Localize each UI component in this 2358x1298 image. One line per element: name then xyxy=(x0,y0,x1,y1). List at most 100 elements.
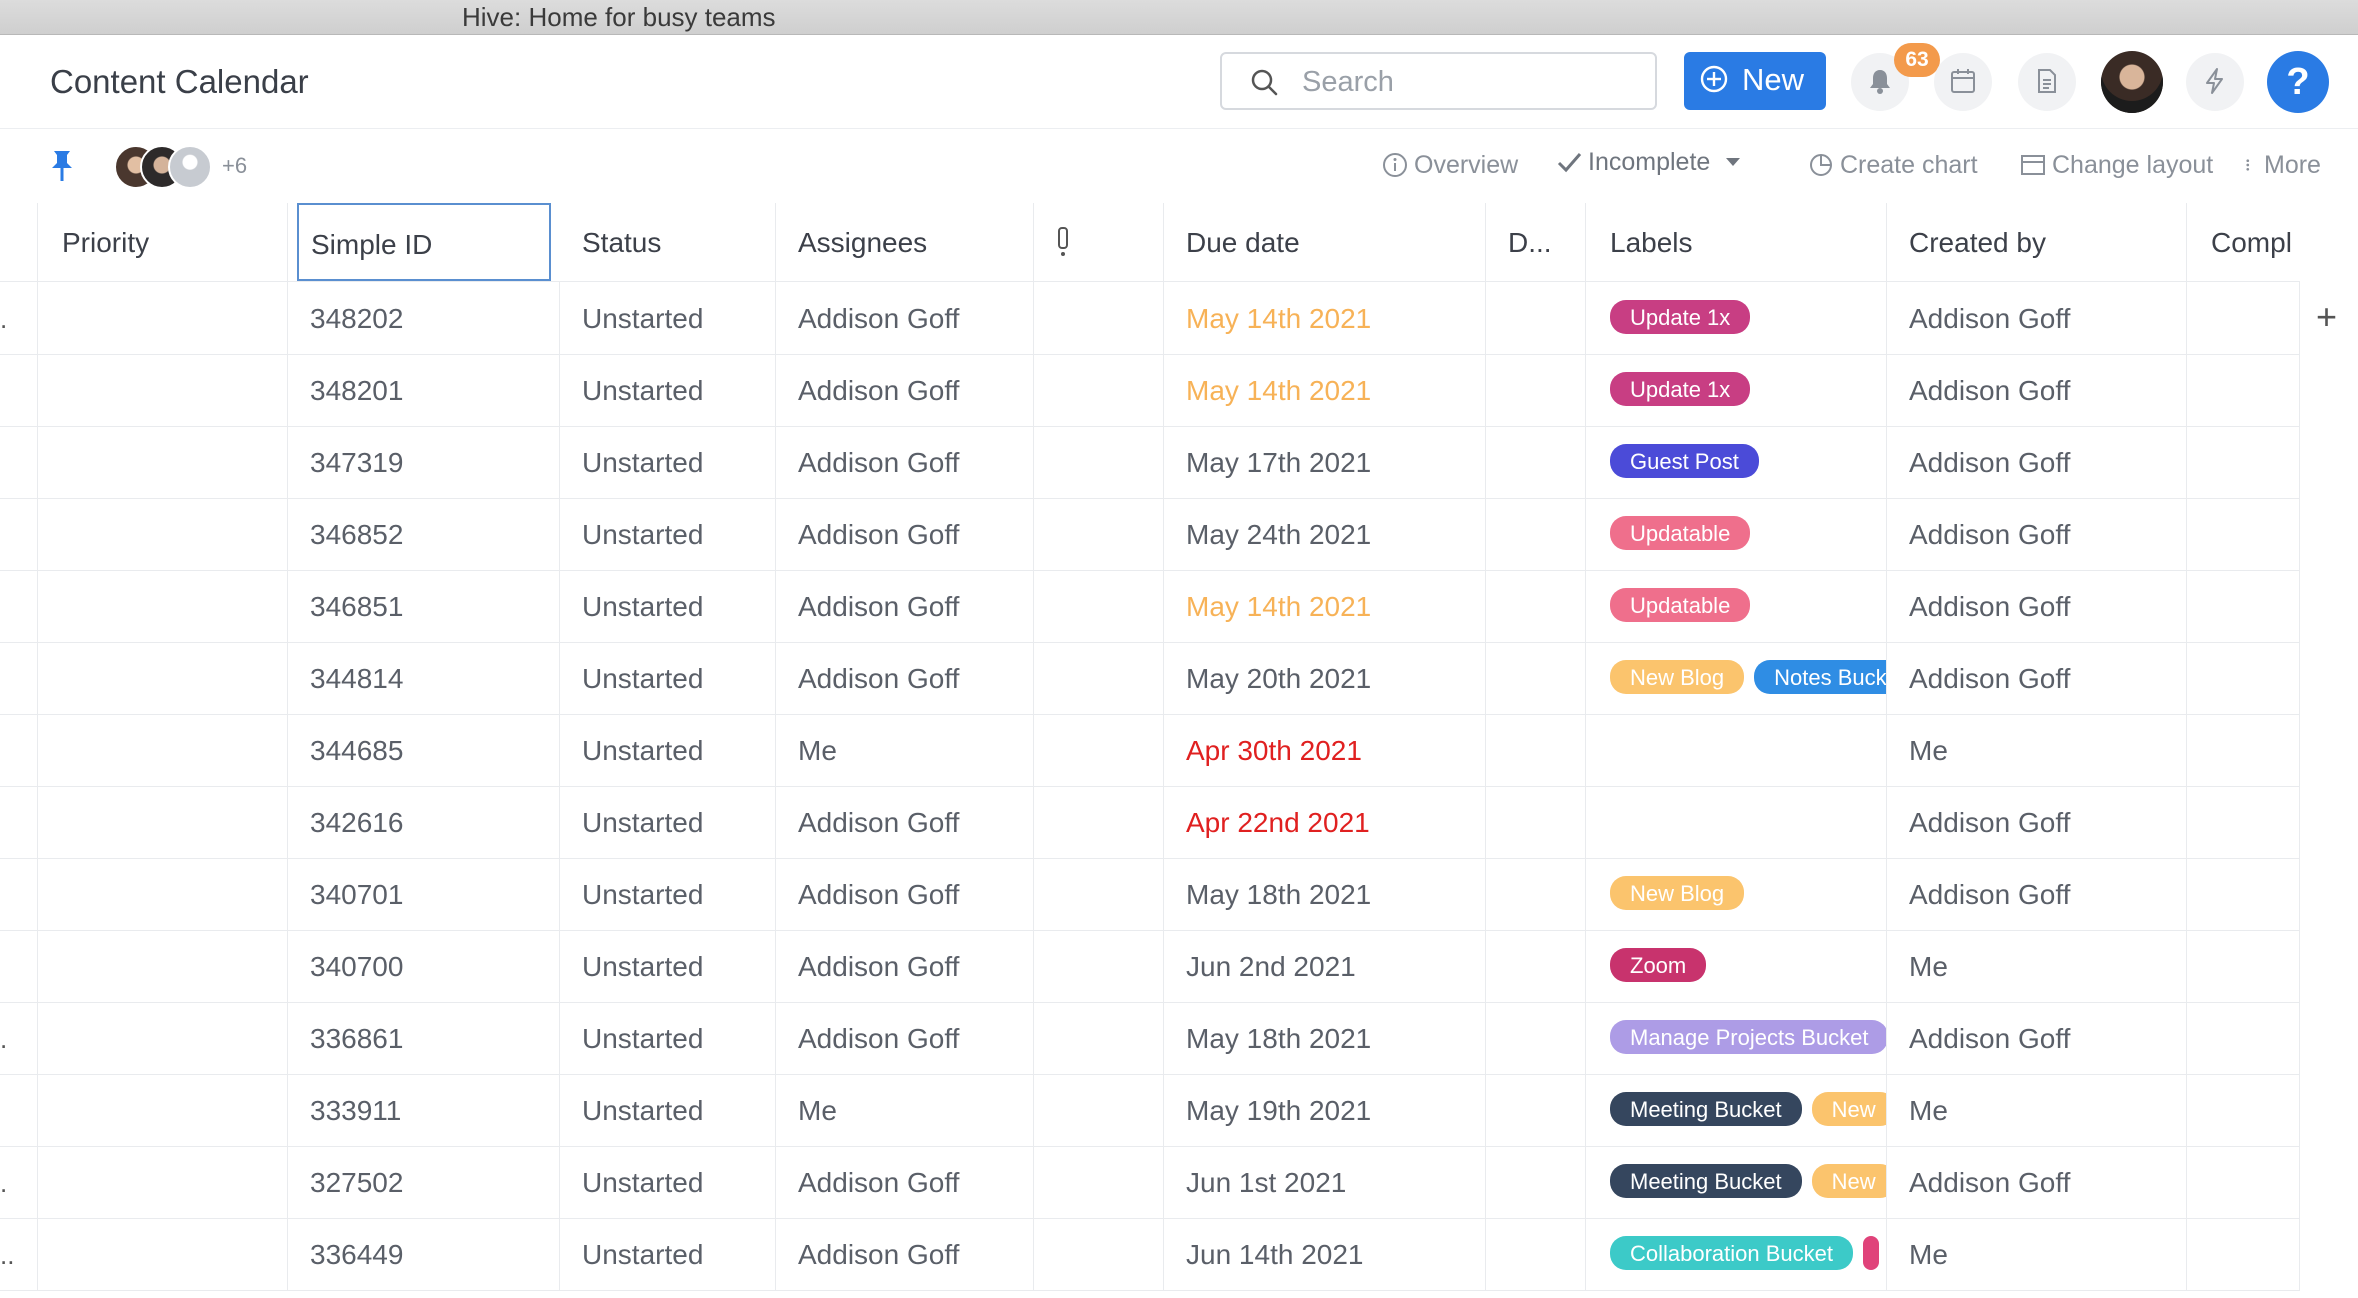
assignee-cell[interactable]: Addison Goff xyxy=(776,786,1034,858)
labels-cell[interactable]: Updatable xyxy=(1586,498,1887,570)
table-row[interactable]: 347319 Unstarted Addison Goff May 17th 2021… xyxy=(0,426,2300,499)
calendar-button[interactable] xyxy=(1934,53,1992,111)
due-date-cell[interactable]: May 24th 2021 xyxy=(1164,498,1486,570)
d-cell[interactable] xyxy=(1486,786,1586,858)
more-members-count[interactable]: +6 xyxy=(222,153,247,179)
status-cell[interactable]: Unstarted xyxy=(560,498,776,570)
labels-cell[interactable] xyxy=(1586,786,1887,858)
d-cell[interactable] xyxy=(1486,1002,1586,1074)
urgent-cell[interactable] xyxy=(1034,354,1164,426)
priority-cell[interactable] xyxy=(38,786,288,858)
table-row[interactable]: . 348202 Unstarted Addison Goff May 14th 202… xyxy=(0,282,2300,355)
completed-cell[interactable] xyxy=(2187,786,2300,858)
label-pill[interactable]: New Blog xyxy=(1610,876,1745,910)
assignee-cell[interactable]: Addison Goff xyxy=(776,930,1034,1002)
assignee-cell[interactable]: Me xyxy=(776,1074,1034,1146)
header-completed[interactable]: Compl xyxy=(2187,203,2300,281)
labels-cell[interactable]: Update 1x xyxy=(1586,354,1887,426)
status-cell[interactable]: Unstarted xyxy=(560,786,776,858)
label-pill[interactable]: Update 1x xyxy=(1610,372,1751,406)
assignee-cell[interactable]: Addison Goff xyxy=(776,858,1034,930)
priority-cell[interactable] xyxy=(38,642,288,714)
table-row[interactable]: . 327502 Unstarted Addison Goff Jun 1st 2021… xyxy=(0,1146,2300,1219)
assignee-cell[interactable]: Me xyxy=(776,714,1034,786)
assignee-cell[interactable]: Addison Goff xyxy=(776,498,1034,570)
table-row[interactable]: 340701 Unstarted Addison Goff May 18th 2021… xyxy=(0,858,2300,931)
table-row[interactable]: 346851 Unstarted Addison Goff May 14th 2021… xyxy=(0,570,2300,643)
due-date-cell[interactable]: Jun 1st 2021 xyxy=(1164,1146,1486,1218)
simple-id-cell[interactable]: 327502 xyxy=(288,1146,560,1218)
label-pill[interactable]: New xyxy=(1811,1092,1886,1126)
label-pill[interactable]: Manage Projects Bucket xyxy=(1610,1020,1886,1054)
completed-cell[interactable] xyxy=(2187,642,2300,714)
completed-cell[interactable] xyxy=(2187,1146,2300,1218)
completed-cell[interactable] xyxy=(2187,1074,2300,1146)
help-button[interactable]: ? xyxy=(2267,51,2329,113)
more-button[interactable]: More xyxy=(2244,151,2321,180)
priority-cell[interactable] xyxy=(38,1002,288,1074)
header-due-date[interactable]: Due date xyxy=(1164,203,1486,281)
change-layout-button[interactable]: Change layout xyxy=(2020,151,2213,180)
status-cell[interactable]: Unstarted xyxy=(560,714,776,786)
assignee-cell[interactable]: Addison Goff xyxy=(776,426,1034,498)
labels-cell[interactable]: Zoom xyxy=(1586,930,1887,1002)
simple-id-cell[interactable]: 348201 xyxy=(288,354,560,426)
labels-cell[interactable]: Meeting Bucket New xyxy=(1586,1146,1887,1218)
pin-icon[interactable] xyxy=(48,149,76,183)
label-pill[interactable]: Meeting Bucket xyxy=(1610,1092,1802,1126)
simple-id-cell[interactable]: 348202 xyxy=(288,282,560,354)
due-date-cell[interactable]: May 14th 2021 xyxy=(1164,354,1486,426)
table-row[interactable]: 333911 Unstarted Me May 19th 2021 Meeting Bu… xyxy=(0,1074,2300,1147)
notes-button[interactable] xyxy=(2018,53,2076,111)
automations-button[interactable] xyxy=(2186,53,2244,111)
new-button[interactable]: New xyxy=(1684,52,1826,110)
simple-id-cell[interactable]: 346852 xyxy=(288,498,560,570)
incomplete-filter[interactable]: Incomplete xyxy=(1556,148,1746,177)
priority-cell[interactable] xyxy=(38,1146,288,1218)
urgent-cell[interactable] xyxy=(1034,714,1164,786)
completed-cell[interactable] xyxy=(2187,930,2300,1002)
labels-cell[interactable]: Collaboration Bucket xyxy=(1586,1218,1887,1290)
d-cell[interactable] xyxy=(1486,930,1586,1002)
due-date-cell[interactable]: Jun 2nd 2021 xyxy=(1164,930,1486,1002)
assignee-cell[interactable]: Addison Goff xyxy=(776,282,1034,354)
due-date-cell[interactable]: May 18th 2021 xyxy=(1164,858,1486,930)
urgent-cell[interactable] xyxy=(1034,930,1164,1002)
labels-cell[interactable] xyxy=(1586,714,1887,786)
table-row[interactable]: 348201 Unstarted Addison Goff May 14th 2021… xyxy=(0,354,2300,427)
priority-cell[interactable] xyxy=(38,570,288,642)
header-urgent[interactable] xyxy=(1034,203,1164,281)
due-date-cell[interactable]: May 14th 2021 xyxy=(1164,282,1486,354)
d-cell[interactable] xyxy=(1486,426,1586,498)
table-row[interactable]: 340700 Unstarted Addison Goff Jun 2nd 2021 Z… xyxy=(0,930,2300,1003)
urgent-cell[interactable] xyxy=(1034,642,1164,714)
priority-cell[interactable] xyxy=(38,354,288,426)
due-date-cell[interactable]: May 14th 2021 xyxy=(1164,570,1486,642)
table-row[interactable]: 342616 Unstarted Addison Goff Apr 22nd 2021… xyxy=(0,786,2300,859)
status-cell[interactable]: Unstarted xyxy=(560,426,776,498)
status-cell[interactable]: Unstarted xyxy=(560,930,776,1002)
label-pill[interactable]: Meeting Bucket xyxy=(1610,1164,1802,1198)
completed-cell[interactable] xyxy=(2187,570,2300,642)
table-row[interactable]: 346852 Unstarted Addison Goff May 24th 2021… xyxy=(0,498,2300,571)
label-pill[interactable]: Update 1x xyxy=(1610,300,1751,334)
labels-cell[interactable]: Updatable xyxy=(1586,570,1887,642)
status-cell[interactable]: Unstarted xyxy=(560,642,776,714)
label-pill[interactable]: Guest Post xyxy=(1610,444,1759,478)
d-cell[interactable] xyxy=(1486,1218,1586,1290)
label-pill[interactable]: New Blog xyxy=(1610,660,1745,694)
label-pill[interactable]: New xyxy=(1811,1164,1886,1198)
assignee-cell[interactable]: Addison Goff xyxy=(776,570,1034,642)
completed-cell[interactable] xyxy=(2187,498,2300,570)
search-box[interactable] xyxy=(1220,52,1657,110)
d-cell[interactable] xyxy=(1486,354,1586,426)
add-column-button[interactable]: + xyxy=(2316,296,2337,338)
completed-cell[interactable] xyxy=(2187,858,2300,930)
header-d[interactable]: D... xyxy=(1486,203,1586,281)
simple-id-cell[interactable]: 344814 xyxy=(288,642,560,714)
assignee-cell[interactable]: Addison Goff xyxy=(776,1218,1034,1290)
status-cell[interactable]: Unstarted xyxy=(560,354,776,426)
due-date-cell[interactable]: Apr 22nd 2021 xyxy=(1164,786,1486,858)
d-cell[interactable] xyxy=(1486,858,1586,930)
labels-cell[interactable]: Update 1x xyxy=(1586,282,1887,354)
